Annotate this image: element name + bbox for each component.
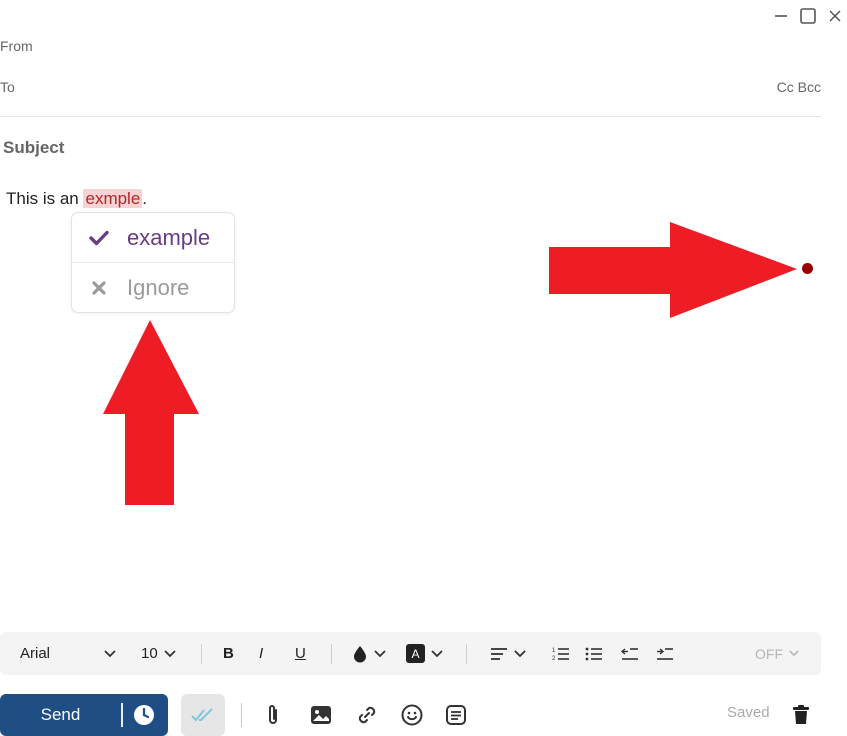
body-text-before: This is an xyxy=(6,189,84,208)
align-left-icon xyxy=(491,647,507,660)
indent-button[interactable] xyxy=(656,632,674,675)
bottom-separator xyxy=(241,703,242,727)
document-lines-icon xyxy=(446,705,466,725)
droplet-icon xyxy=(354,645,366,662)
indent-icon xyxy=(657,647,673,660)
x-icon xyxy=(89,280,109,296)
smiley-icon xyxy=(401,704,423,726)
font-size-chevron-down-icon xyxy=(164,649,176,657)
toolbar-separator xyxy=(201,644,202,664)
outdent-button[interactable] xyxy=(621,632,639,675)
toolbar-toggle-label: OFF xyxy=(755,645,783,662)
font-family-chevron-down-icon[interactable] xyxy=(103,632,117,675)
message-body[interactable]: This is an exmple. xyxy=(6,189,147,209)
toolbar-separator xyxy=(466,644,467,664)
from-field[interactable]: From xyxy=(0,38,33,54)
font-size-select[interactable]: 10 xyxy=(141,632,177,675)
bcc-link[interactable]: Bcc xyxy=(798,79,821,95)
insert-link-button[interactable] xyxy=(354,694,380,736)
read-receipt-button[interactable] xyxy=(181,694,225,736)
spelling-suggestion-popup: example Ignore xyxy=(71,212,235,313)
insert-image-button[interactable] xyxy=(308,694,334,736)
numbered-list-icon: 12 xyxy=(552,648,569,662)
image-icon xyxy=(311,706,331,724)
formatting-toolbar: Arial 10 B I U A 12 OFF xyxy=(0,632,821,675)
body-text-after: . xyxy=(142,189,148,208)
svg-text:1: 1 xyxy=(552,648,556,654)
misspelled-word[interactable]: exmple xyxy=(83,189,143,208)
align-button[interactable] xyxy=(490,632,527,675)
text-color-chevron-down-icon xyxy=(374,649,386,657)
maximize-icon[interactable] xyxy=(798,6,818,26)
cc-bcc-links: Cc Bcc xyxy=(777,79,821,95)
subject-field[interactable]: Subject xyxy=(3,138,64,158)
discard-draft-button[interactable] xyxy=(789,694,813,736)
toolbar-toggle[interactable]: OFF xyxy=(755,632,800,675)
align-chevron-down-icon xyxy=(514,649,526,657)
bullet-list-button[interactable] xyxy=(585,632,603,675)
schedule-send-clock-icon[interactable] xyxy=(133,704,155,726)
paperclip-icon xyxy=(269,705,277,724)
italic-button[interactable]: I xyxy=(259,632,263,675)
saved-status: Saved xyxy=(727,704,770,721)
right-pointing-arrow-icon xyxy=(549,222,797,318)
highlight-chevron-down-icon xyxy=(431,649,443,657)
highlight-icon: A xyxy=(406,644,425,663)
window-controls xyxy=(757,6,847,26)
svg-text:2: 2 xyxy=(552,656,556,662)
send-button[interactable]: Send xyxy=(0,694,121,736)
suggestion-accept-label: example xyxy=(127,224,211,250)
font-family-value: Arial xyxy=(20,645,51,662)
suggestion-ignore-option[interactable]: Ignore xyxy=(72,263,234,312)
text-color-button[interactable] xyxy=(352,632,387,675)
templates-button[interactable] xyxy=(443,694,469,736)
toolbar-separator xyxy=(331,644,332,664)
toggle-chevron-down-icon xyxy=(789,650,799,657)
numbered-list-button[interactable]: 12 xyxy=(552,632,570,675)
minimize-icon[interactable] xyxy=(771,6,791,26)
insert-emoji-button[interactable] xyxy=(399,694,425,736)
attachment-button[interactable] xyxy=(262,694,284,736)
cc-link[interactable]: Cc xyxy=(777,79,794,95)
underline-button[interactable]: U xyxy=(295,632,306,675)
up-pointing-arrow-icon xyxy=(103,320,199,505)
header-divider xyxy=(0,116,821,117)
trash-icon xyxy=(793,705,809,724)
font-family-select[interactable]: Arial xyxy=(20,632,50,675)
send-button-group: Send xyxy=(0,694,168,736)
bullet-list-icon xyxy=(585,647,602,660)
send-separator xyxy=(121,703,123,727)
to-field[interactable]: To xyxy=(0,79,15,95)
suggestion-ignore-label: Ignore xyxy=(127,274,190,300)
close-icon[interactable] xyxy=(825,6,845,26)
font-size-value: 10 xyxy=(141,645,158,662)
annotation-dot xyxy=(802,263,813,274)
double-check-icon xyxy=(191,708,213,722)
highlight-color-button[interactable]: A xyxy=(406,632,444,675)
link-icon xyxy=(358,706,376,724)
outdent-icon xyxy=(621,647,638,660)
suggestion-accept-option[interactable]: example xyxy=(72,213,234,263)
bold-button[interactable]: B xyxy=(223,632,234,675)
checkmark-icon xyxy=(89,230,109,246)
